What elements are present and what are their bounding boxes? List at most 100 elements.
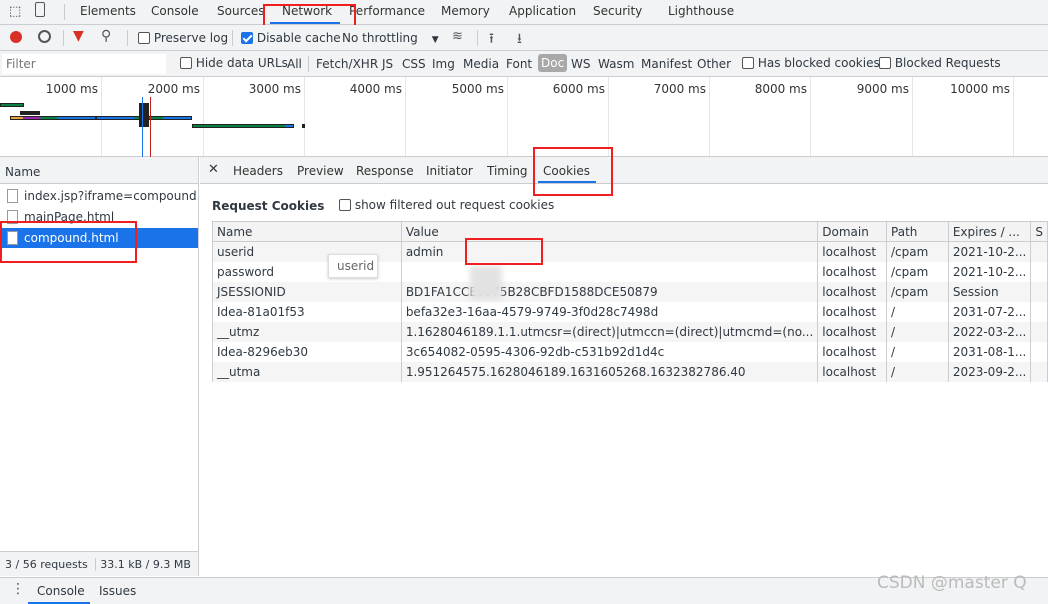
tab-timing[interactable]: Timing: [487, 164, 528, 178]
tab-elements[interactable]: Elements: [80, 4, 136, 18]
type-filter-font[interactable]: Font: [506, 57, 532, 71]
record-icon[interactable]: [10, 31, 22, 43]
grid-line: [810, 77, 811, 156]
tab-performance[interactable]: Performance: [349, 4, 425, 18]
table-cell: Idea-8296eb30: [212, 341, 402, 362]
export-har-icon[interactable]: ⭳: [517, 28, 522, 52]
table-cell: [1030, 341, 1048, 362]
request-item[interactable]: index.jsp?iframe=compound.h...: [0, 186, 198, 206]
type-filter-js[interactable]: JS: [382, 57, 393, 71]
type-filter-all[interactable]: All: [287, 57, 302, 71]
tab-application[interactable]: Application: [509, 4, 576, 18]
tab-memory[interactable]: Memory: [441, 4, 490, 18]
table-row[interactable]: __utmz 1.1628046189.1.1.utmcsr=(direct)|u…: [212, 321, 1048, 342]
column-header[interactable]: S: [1030, 221, 1048, 242]
import-har-icon[interactable]: ⭱: [489, 28, 494, 52]
tab-lighthouse[interactable]: Lighthouse: [668, 4, 734, 18]
preserve-log-checkbox[interactable]: Preserve log: [138, 31, 228, 45]
tick-label: 2000 ms: [147, 82, 200, 96]
blocked-requests-checkbox[interactable]: Blocked Requests: [879, 56, 1001, 70]
table-cell: [1030, 321, 1048, 342]
type-filter-other[interactable]: Other: [697, 57, 731, 71]
table-cell: /: [886, 321, 949, 342]
table-cell: localhost: [817, 241, 888, 262]
table-row[interactable]: Idea-8296eb30 3c654082-0595-4306-92db-c53…: [212, 341, 1048, 362]
type-filter-media[interactable]: Media: [463, 57, 499, 71]
filter-input[interactable]: [2, 54, 166, 74]
tick-label: 5000 ms: [451, 82, 504, 96]
throttling-select[interactable]: No throttling ▼: [342, 31, 439, 45]
tab-cookies[interactable]: Cookies: [543, 164, 590, 178]
hide-data-urls-checkbox[interactable]: Hide data URLs: [180, 56, 288, 70]
tick-label: 4000 ms: [349, 82, 402, 96]
show-filtered-cookies-checkbox[interactable]: show filtered out request cookies: [339, 198, 554, 212]
table-cell: /: [886, 341, 949, 362]
drawer-tab-issues[interactable]: Issues: [99, 584, 136, 598]
disable-cache-checkbox[interactable]: Disable cache: [241, 31, 341, 45]
table-cell: Session: [947, 281, 1032, 302]
table-cell: localhost: [817, 281, 888, 302]
tick-label: 3000 ms: [248, 82, 301, 96]
column-header[interactable]: Name: [212, 221, 402, 242]
inspect-element-icon[interactable]: ⬚: [9, 4, 21, 19]
table-cell: /: [886, 361, 949, 382]
table-cell: /cpam: [886, 281, 949, 302]
tick-label: 8000 ms: [754, 82, 807, 96]
document-icon: [7, 189, 18, 203]
tick-label: 1000 ms: [45, 82, 98, 96]
blocked-requests-label: Blocked Requests: [894, 56, 1001, 70]
clear-icon[interactable]: [38, 30, 51, 43]
cookies-table: Name Value Domain Path Expires / ... S userid…: [212, 221, 1048, 382]
type-filter-doc[interactable]: Doc: [538, 54, 568, 72]
waterfall-bar: [10, 116, 96, 120]
column-header[interactable]: Expires / ...: [947, 221, 1032, 242]
type-filter-manifest[interactable]: Manifest: [641, 57, 692, 71]
tick-label: 9000 ms: [856, 82, 909, 96]
grid-line: [709, 77, 710, 156]
tab-preview[interactable]: Preview: [297, 164, 344, 178]
grid-line: [507, 77, 508, 156]
type-filter-ws[interactable]: WS: [571, 57, 590, 71]
tab-headers[interactable]: Headers: [233, 164, 283, 178]
table-cell: befa32e3-16aa-4579-9749-3f0d28c7498d: [400, 301, 819, 322]
close-icon[interactable]: ✕: [208, 162, 219, 177]
name-column-header[interactable]: Name: [0, 157, 198, 184]
request-name: compound.html: [24, 231, 119, 245]
tab-sources[interactable]: Sources: [217, 4, 264, 18]
request-item-selected[interactable]: compound.html: [0, 228, 198, 248]
tab-console[interactable]: Console: [151, 4, 199, 18]
name-header-label: Name: [5, 165, 41, 179]
tab-security[interactable]: Security: [593, 4, 642, 18]
type-filter-fetch-xhr[interactable]: Fetch/XHR: [316, 57, 378, 71]
search-icon[interactable]: ⚲: [101, 28, 111, 44]
table-row[interactable]: Idea-81a01f53 befa32e3-16aa-4579-9749-3f0…: [212, 301, 1048, 322]
table-cell: [1030, 301, 1048, 322]
table-row[interactable]: JSESSIONID BD1FA1CCE9975B28CBFD1588DCE508…: [212, 281, 1048, 302]
grid-line: [203, 77, 204, 156]
tick-label: 7000 ms: [653, 82, 706, 96]
column-header[interactable]: Domain: [817, 221, 888, 242]
type-filter-wasm[interactable]: Wasm: [598, 57, 634, 71]
network-overview-timeline[interactable]: 1000 ms 2000 ms 3000 ms 4000 ms 5000 ms 6000 …: [0, 77, 1048, 157]
table-cell: 2021-10-2...: [947, 261, 1032, 282]
table-cell: 2023-09-2...: [947, 361, 1032, 382]
column-header[interactable]: Path: [886, 221, 949, 242]
filter-icon[interactable]: ▼: [73, 28, 84, 44]
table-cell: Idea-81a01f53: [212, 301, 402, 322]
has-blocked-cookies-checkbox[interactable]: Has blocked cookies: [742, 56, 880, 70]
request-item[interactable]: mainPage.html: [0, 207, 198, 227]
column-header[interactable]: Value: [400, 221, 819, 242]
type-filter-img[interactable]: Img: [432, 57, 455, 71]
tab-network[interactable]: Network: [282, 4, 332, 18]
type-filter-css[interactable]: CSS: [402, 57, 426, 71]
network-conditions-icon[interactable]: ≋: [452, 29, 463, 44]
more-options-icon[interactable]: ⋮: [11, 581, 25, 597]
hide-data-urls-label: Hide data URLs: [195, 56, 288, 70]
table-row[interactable]: __utma 1.951264575.1628046189.1631605268.…: [212, 361, 1048, 382]
tab-initiator[interactable]: Initiator: [426, 164, 473, 178]
table-cell: __utma: [212, 361, 402, 382]
table-cell: /cpam: [886, 241, 949, 262]
device-toolbar-icon[interactable]: [35, 2, 45, 17]
tab-response[interactable]: Response: [356, 164, 414, 178]
drawer-tab-console[interactable]: Console: [37, 584, 85, 598]
